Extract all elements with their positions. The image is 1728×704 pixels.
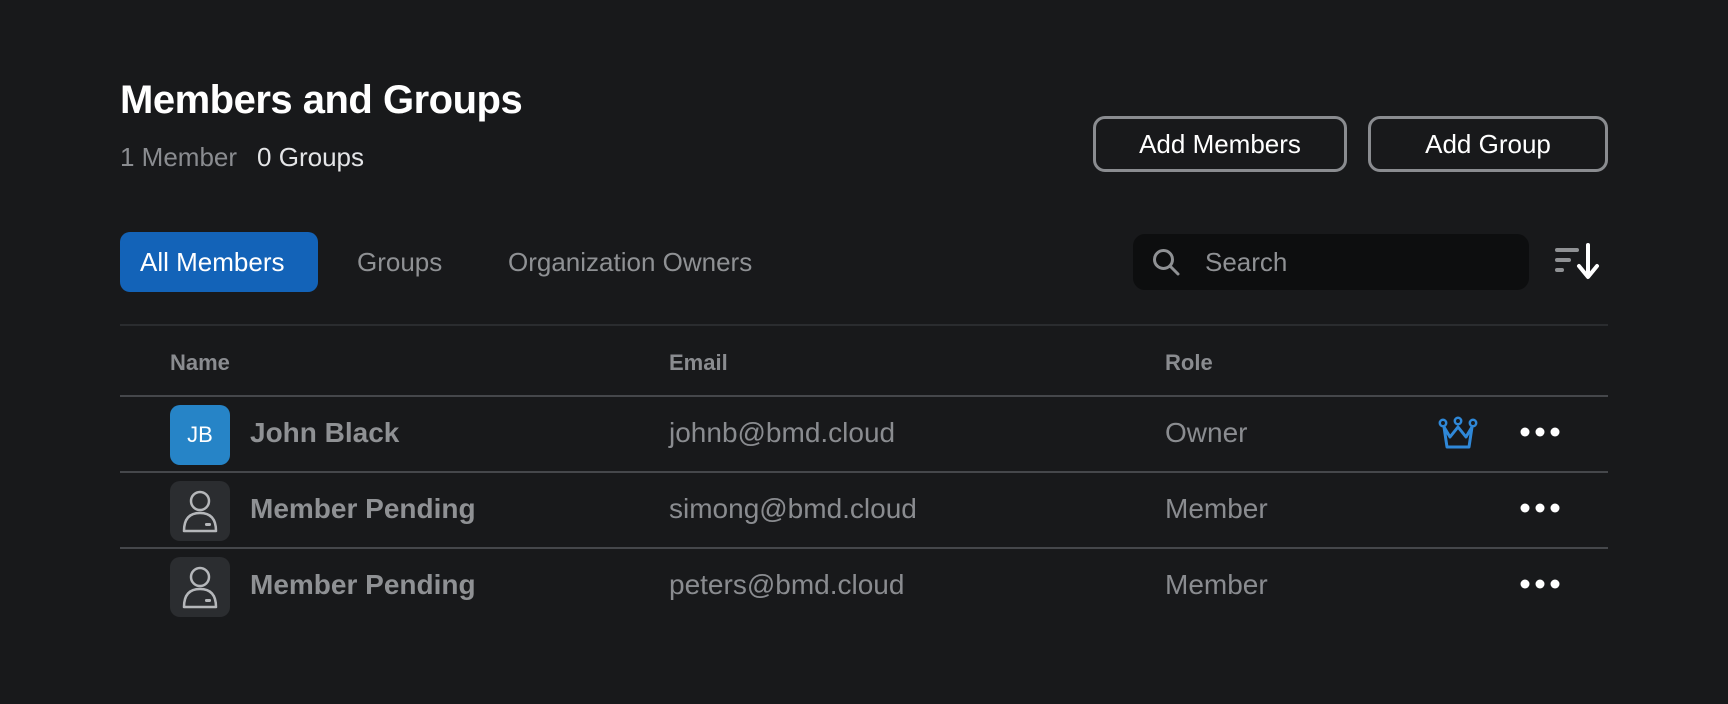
member-role: Member [1165, 569, 1268, 600]
member-email: peters@bmd.cloud [669, 569, 905, 600]
table-row[interactable]: Member Pending peters@bmd.cloud Member [120, 547, 1608, 623]
member-name: Member Pending [250, 493, 476, 524]
avatar [170, 481, 230, 541]
column-header-email: Email [669, 350, 728, 375]
more-options-icon[interactable] [1520, 571, 1560, 597]
person-placeholder-icon [182, 566, 218, 609]
row-divider [120, 547, 1608, 549]
row-divider [120, 395, 1608, 397]
column-header-name: Name [170, 350, 230, 375]
page-title: Members and Groups [120, 78, 523, 122]
member-role: Owner [1165, 417, 1248, 448]
person-placeholder-icon [182, 490, 218, 533]
avatar: JB [170, 405, 230, 465]
more-options-icon[interactable] [1520, 495, 1560, 521]
avatar [170, 557, 230, 617]
member-email: simong@bmd.cloud [669, 493, 917, 524]
member-email: johnb@bmd.cloud [669, 417, 896, 448]
group-count: 0 Groups [257, 142, 364, 172]
crown-icon [1438, 416, 1478, 449]
search-icon [1153, 249, 1180, 276]
tab-all-members[interactable]: All Members [120, 232, 318, 292]
tab-organization-owners[interactable]: Organization Owners [508, 232, 752, 292]
tab-groups[interactable]: Groups [357, 232, 442, 292]
search-input[interactable] [1205, 234, 1505, 290]
counts-summary: 1 Member 0 Groups [120, 142, 364, 173]
member-count: 1 Member [120, 142, 238, 172]
column-header-role: Role [1165, 350, 1213, 375]
member-name: John Black [250, 417, 400, 448]
table-row[interactable]: JB John Black johnb@bmd.cloud Owner [120, 395, 1608, 471]
section-divider [120, 324, 1608, 326]
add-members-button[interactable]: Add Members [1093, 116, 1347, 172]
members-and-groups-page: Members and Groups 1 Member 0 Groups Add … [0, 0, 1728, 704]
search-box[interactable] [1133, 234, 1529, 290]
sort-descending-icon[interactable] [1553, 242, 1601, 282]
add-group-button[interactable]: Add Group [1368, 116, 1608, 172]
table-row[interactable]: Member Pending simong@bmd.cloud Member [120, 471, 1608, 547]
more-options-icon[interactable] [1520, 419, 1560, 445]
member-name: Member Pending [250, 569, 476, 600]
member-role: Member [1165, 493, 1268, 524]
row-divider [120, 471, 1608, 473]
